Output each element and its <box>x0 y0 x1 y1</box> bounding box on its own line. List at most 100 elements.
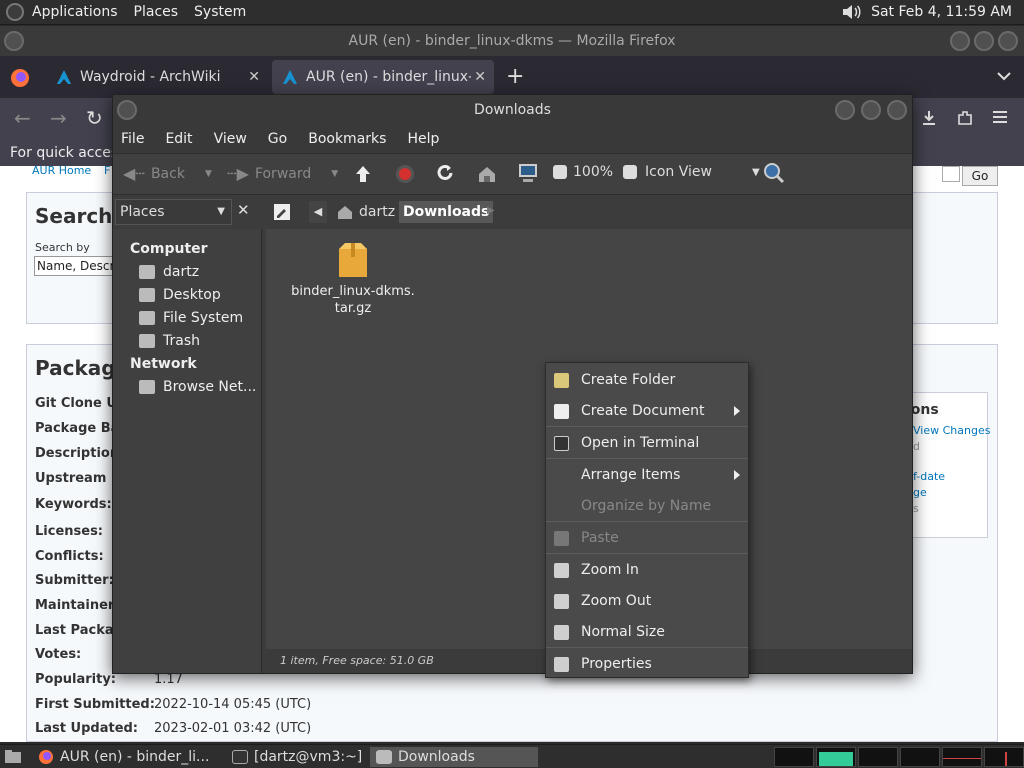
desktop-folder-icon <box>139 288 155 302</box>
system-menu[interactable]: System <box>194 4 246 20</box>
minimize-button[interactable] <box>835 100 855 120</box>
menu-go[interactable]: Go <box>268 131 287 147</box>
menu-item-paste[interactable]: Paste <box>546 523 748 553</box>
search-by-select[interactable]: Name, Descr <box>34 256 124 276</box>
network-icon <box>139 380 155 394</box>
sidebar-item-dartz[interactable]: dartz <box>139 264 199 280</box>
zoom-out-icon <box>554 593 569 609</box>
task-terminal[interactable]: [dartz@vm3:~] <box>226 747 368 767</box>
memory-graph[interactable] <box>816 747 856 767</box>
stop-icon[interactable] <box>395 164 415 184</box>
maximize-button[interactable] <box>974 31 994 51</box>
zoom-control[interactable]: 100% <box>553 164 638 180</box>
back-button[interactable]: ◀┄ Back ▼ <box>123 164 212 183</box>
zoom-out-icon[interactable] <box>553 165 567 179</box>
menu-separator <box>546 647 748 648</box>
hamburger-menu-icon[interactable] <box>992 110 1008 124</box>
extensions-icon[interactable] <box>956 109 974 127</box>
window-menu-button[interactable] <box>117 100 137 120</box>
window-menu-button[interactable] <box>4 31 24 51</box>
close-sidebar-icon[interactable]: ✕ <box>237 201 250 219</box>
network-graph[interactable] <box>942 747 982 767</box>
chevron-down-icon: ▼ <box>204 168 212 179</box>
places-sidebar: Computer dartz Desktop File System Trash… <box>113 229 262 673</box>
close-button[interactable] <box>887 100 907 120</box>
chevron-down-icon[interactable] <box>996 70 1012 82</box>
menu-item-arrange-items[interactable]: Arrange Items <box>546 460 748 490</box>
menu-item-create-folder[interactable]: Create Folder <box>546 365 748 395</box>
task-downloads[interactable]: Downloads <box>370 747 538 767</box>
cpu-graph[interactable] <box>774 747 814 767</box>
reload-icon[interactable]: ↻ <box>86 106 103 130</box>
go-button[interactable]: Go <box>962 166 998 186</box>
chevron-down-icon: ▼ <box>217 206 225 217</box>
back-arrow-icon[interactable]: ← <box>14 106 31 130</box>
minimize-button[interactable] <box>950 31 970 51</box>
up-arrow-icon[interactable] <box>353 164 373 184</box>
menu-view[interactable]: View <box>214 131 247 147</box>
firefox-titlebar: AUR (en) - binder_linux-dkms — Mozilla F… <box>0 26 1024 56</box>
reload-icon[interactable] <box>435 164 455 184</box>
flag-out-of-date-link[interactable]: f-date <box>913 470 945 483</box>
task-firefox[interactable]: AUR (en) - binder_li... <box>32 747 226 767</box>
action-link[interactable]: ge <box>913 486 927 499</box>
language-select[interactable] <box>942 166 960 182</box>
path-right-arrow-icon[interactable]: ▶ <box>487 205 495 216</box>
applications-menu[interactable]: Applications <box>32 4 118 20</box>
path-segment-downloads[interactable]: Downloads <box>399 201 494 223</box>
firefox-icon[interactable] <box>10 68 30 88</box>
tab-waydroid[interactable]: Waydroid - ArchWiki ✕ <box>46 60 268 94</box>
view-mode-select[interactable]: Icon View ▼ <box>645 164 760 180</box>
menu-help[interactable]: Help <box>407 131 439 147</box>
maximize-button[interactable] <box>861 100 881 120</box>
clock[interactable]: Sat Feb 4, 11:59 AM <box>871 4 1012 20</box>
sidebar-item-trash[interactable]: Trash <box>139 333 200 349</box>
location-bar: Places ▼ ✕ ◀ dartz Downloads ▶ <box>113 195 912 229</box>
menu-item-zoom-out[interactable]: Zoom Out <box>546 586 748 616</box>
show-desktop-icon[interactable] <box>4 749 22 765</box>
gnome-logo-icon[interactable] <box>6 3 24 21</box>
detail-label: Last Updated: <box>35 721 139 736</box>
swap-graph[interactable] <box>858 747 898 767</box>
menu-item-open-terminal[interactable]: Open in Terminal <box>546 428 748 458</box>
sidebar-item-browse-network[interactable]: Browse Net... <box>139 379 256 395</box>
forward-arrow-icon[interactable]: → <box>50 106 67 130</box>
menu-item-organize-by-name[interactable]: Organize by Name <box>546 491 748 521</box>
sidebar-item-filesystem[interactable]: File System <box>139 310 243 326</box>
view-changes-link[interactable]: View Changes <box>913 424 990 437</box>
computer-icon[interactable] <box>517 162 539 184</box>
close-button[interactable] <box>998 31 1018 51</box>
tab-close-icon[interactable]: ✕ <box>248 69 260 85</box>
file-item[interactable]: binder_linux-dkms. tar.gz <box>288 241 418 317</box>
zoom-in-icon[interactable] <box>623 165 638 179</box>
menu-bookmarks[interactable]: Bookmarks <box>308 131 386 147</box>
path-segment-dartz[interactable]: dartz <box>333 201 399 223</box>
edit-location-icon[interactable] <box>273 203 291 221</box>
places-menu[interactable]: Places <box>134 4 179 20</box>
menu-item-normal-size[interactable]: Normal Size <box>546 617 748 647</box>
aur-nav-link[interactable]: F <box>104 164 110 177</box>
home-icon[interactable] <box>477 164 497 184</box>
new-tab-icon[interactable]: + <box>506 64 524 89</box>
search-icon[interactable] <box>763 162 785 184</box>
sidebar-type-select[interactable]: Places ▼ <box>115 199 232 225</box>
detail-label: Popularity: <box>35 672 117 687</box>
volume-icon[interactable] <box>841 3 863 21</box>
load-graph[interactable] <box>900 747 940 767</box>
action-link[interactable]: s <box>913 502 919 515</box>
menu-edit[interactable]: Edit <box>165 131 192 147</box>
tab-aur[interactable]: AUR (en) - binder_linux-dkms ✕ <box>272 60 494 94</box>
downloads-window: Downloads File Edit View Go Bookmarks He… <box>112 94 913 674</box>
aur-home-link[interactable]: AUR Home <box>32 164 91 177</box>
menu-file[interactable]: File <box>121 131 144 147</box>
forward-button[interactable]: ┄▶ Forward ▼ <box>227 164 338 183</box>
path-left-arrow-icon[interactable]: ◀ <box>309 201 327 223</box>
sidebar-item-desktop[interactable]: Desktop <box>139 287 221 303</box>
menu-item-properties[interactable]: Properties <box>546 649 748 679</box>
menu-item-zoom-in[interactable]: Zoom In <box>546 555 748 585</box>
disk-graph[interactable] <box>984 747 1024 767</box>
action-link[interactable]: d <box>913 440 920 453</box>
download-icon[interactable] <box>920 109 938 127</box>
tab-close-icon[interactable]: ✕ <box>474 69 486 85</box>
menu-item-create-document[interactable]: Create Document <box>546 396 748 426</box>
